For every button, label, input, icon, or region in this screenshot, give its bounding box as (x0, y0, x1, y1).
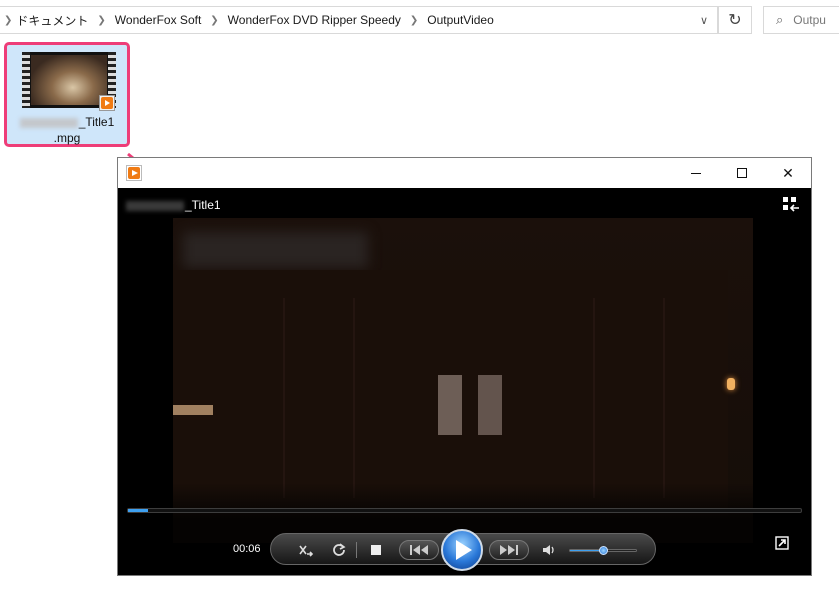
play-button[interactable] (441, 529, 483, 571)
media-player-badge-icon (99, 95, 115, 111)
previous-icon (410, 545, 428, 555)
shuffle-icon (299, 545, 314, 557)
file-name-line2: .mpg (53, 131, 81, 145)
previous-button[interactable] (399, 534, 439, 566)
breadcrumb-outputvideo[interactable]: OutputVideo (427, 13, 494, 27)
stage-window (478, 375, 502, 435)
close-icon: ✕ (782, 164, 794, 181)
redacted-text (126, 200, 184, 211)
stage-pillar (283, 298, 285, 498)
media-player-window: ✕ _Title1 00:06 (117, 157, 812, 576)
elapsed-time: 00:06 (233, 543, 261, 555)
maximize-icon (737, 168, 747, 178)
stage-window (438, 375, 462, 435)
video-title-text: _Title1 (185, 198, 221, 212)
seek-bar[interactable] (127, 508, 802, 513)
chevron-right-icon[interactable]: ❯ (210, 15, 218, 26)
stage-piano (173, 405, 213, 415)
media-player-app-icon (126, 165, 142, 181)
film-strip-left (22, 52, 30, 108)
file-item-mpg[interactable]: _Title1 .mpg (4, 42, 130, 147)
player-title-bar[interactable]: ✕ (118, 158, 811, 188)
repeat-button[interactable] (326, 534, 352, 566)
minimize-icon (691, 172, 701, 174)
next-icon (500, 545, 518, 555)
close-button[interactable]: ✕ (765, 158, 811, 188)
chevron-right-icon[interactable]: ❯ (97, 15, 105, 26)
switch-to-library-icon[interactable] (782, 196, 800, 212)
search-icon: ⌕ (776, 12, 784, 27)
breadcrumb[interactable]: ❯ ドキュメント ❯ WonderFox Soft ❯ WonderFox DV… (0, 6, 718, 34)
transport-controls (270, 529, 656, 571)
repeat-icon (333, 543, 346, 556)
video-frame[interactable] (173, 218, 753, 543)
stage-pillar (353, 298, 355, 498)
breadcrumb-documents[interactable]: ドキュメント (16, 12, 88, 29)
stop-icon (371, 545, 381, 555)
volume-knob[interactable] (599, 546, 608, 555)
play-icon (456, 540, 472, 560)
chevron-right-icon[interactable]: ❯ (410, 15, 418, 26)
file-name-line1: _Title1 (78, 115, 115, 129)
stage-pillar (663, 298, 665, 498)
next-button[interactable] (489, 534, 529, 566)
control-divider (356, 542, 357, 558)
seek-progress (128, 509, 148, 512)
redacted-overlay (183, 232, 368, 268)
chevron-down-icon[interactable]: ∨ (690, 6, 718, 34)
volume-slider[interactable] (569, 546, 637, 555)
file-name: _Title1 .mpg (7, 114, 127, 146)
breadcrumb-wonderfox-soft[interactable]: WonderFox Soft (115, 13, 201, 27)
shuffle-button[interactable] (293, 534, 319, 566)
volume-icon (543, 545, 554, 555)
stop-button[interactable] (366, 534, 386, 566)
stage-lamp (727, 378, 735, 390)
thumbnail-frame (31, 55, 107, 105)
search-placeholder: Outpu (793, 13, 826, 27)
minimize-button[interactable] (673, 158, 719, 188)
refresh-icon[interactable]: ↻ (718, 6, 752, 34)
explorer-address-bar: ❯ ドキュメント ❯ WonderFox Soft ❯ WonderFox DV… (0, 0, 839, 40)
fullscreen-icon[interactable] (775, 536, 789, 550)
search-input[interactable]: ⌕ Outpu (763, 6, 839, 34)
mute-button[interactable] (539, 534, 559, 566)
chevron-right-icon[interactable]: ❯ (4, 15, 12, 26)
redacted-text (19, 117, 78, 128)
video-title: _Title1 (126, 198, 221, 212)
stage-pillar (593, 298, 595, 498)
breadcrumb-dvd-ripper-speedy[interactable]: WonderFox DVD Ripper Speedy (228, 13, 401, 27)
maximize-button[interactable] (719, 158, 765, 188)
